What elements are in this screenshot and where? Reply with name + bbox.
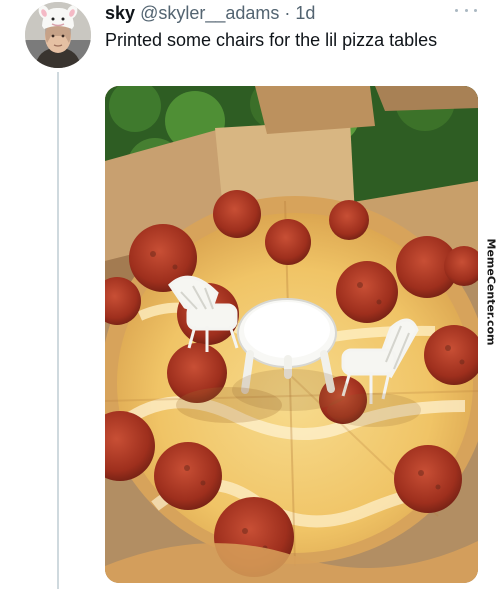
avatar-image [25,2,91,68]
tweet-text: Printed some chairs for the lil pizza ta… [105,30,438,50]
tweet-container: sky @skyler__adams · 1d Printed some cha… [0,0,500,589]
thread-line [57,72,59,589]
user-handle[interactable]: @skyler__adams [140,3,279,23]
more-dot [474,8,477,12]
tweet-timestamp[interactable]: 1d [295,3,315,23]
pizza-photo [105,86,478,583]
display-name[interactable]: sky [105,3,135,23]
user-avatar[interactable] [25,2,91,68]
more-options-icon[interactable] [455,3,477,17]
watermark-text: MemeCenter.com [484,238,497,346]
more-dot [464,8,468,12]
more-dot [455,8,458,12]
watermark: MemeCenter.com [483,236,497,348]
tweet-header: sky @skyler__adams · 1d [105,2,315,24]
separator-dot: · [284,3,291,23]
tweet-media-photo[interactable] [105,86,478,583]
